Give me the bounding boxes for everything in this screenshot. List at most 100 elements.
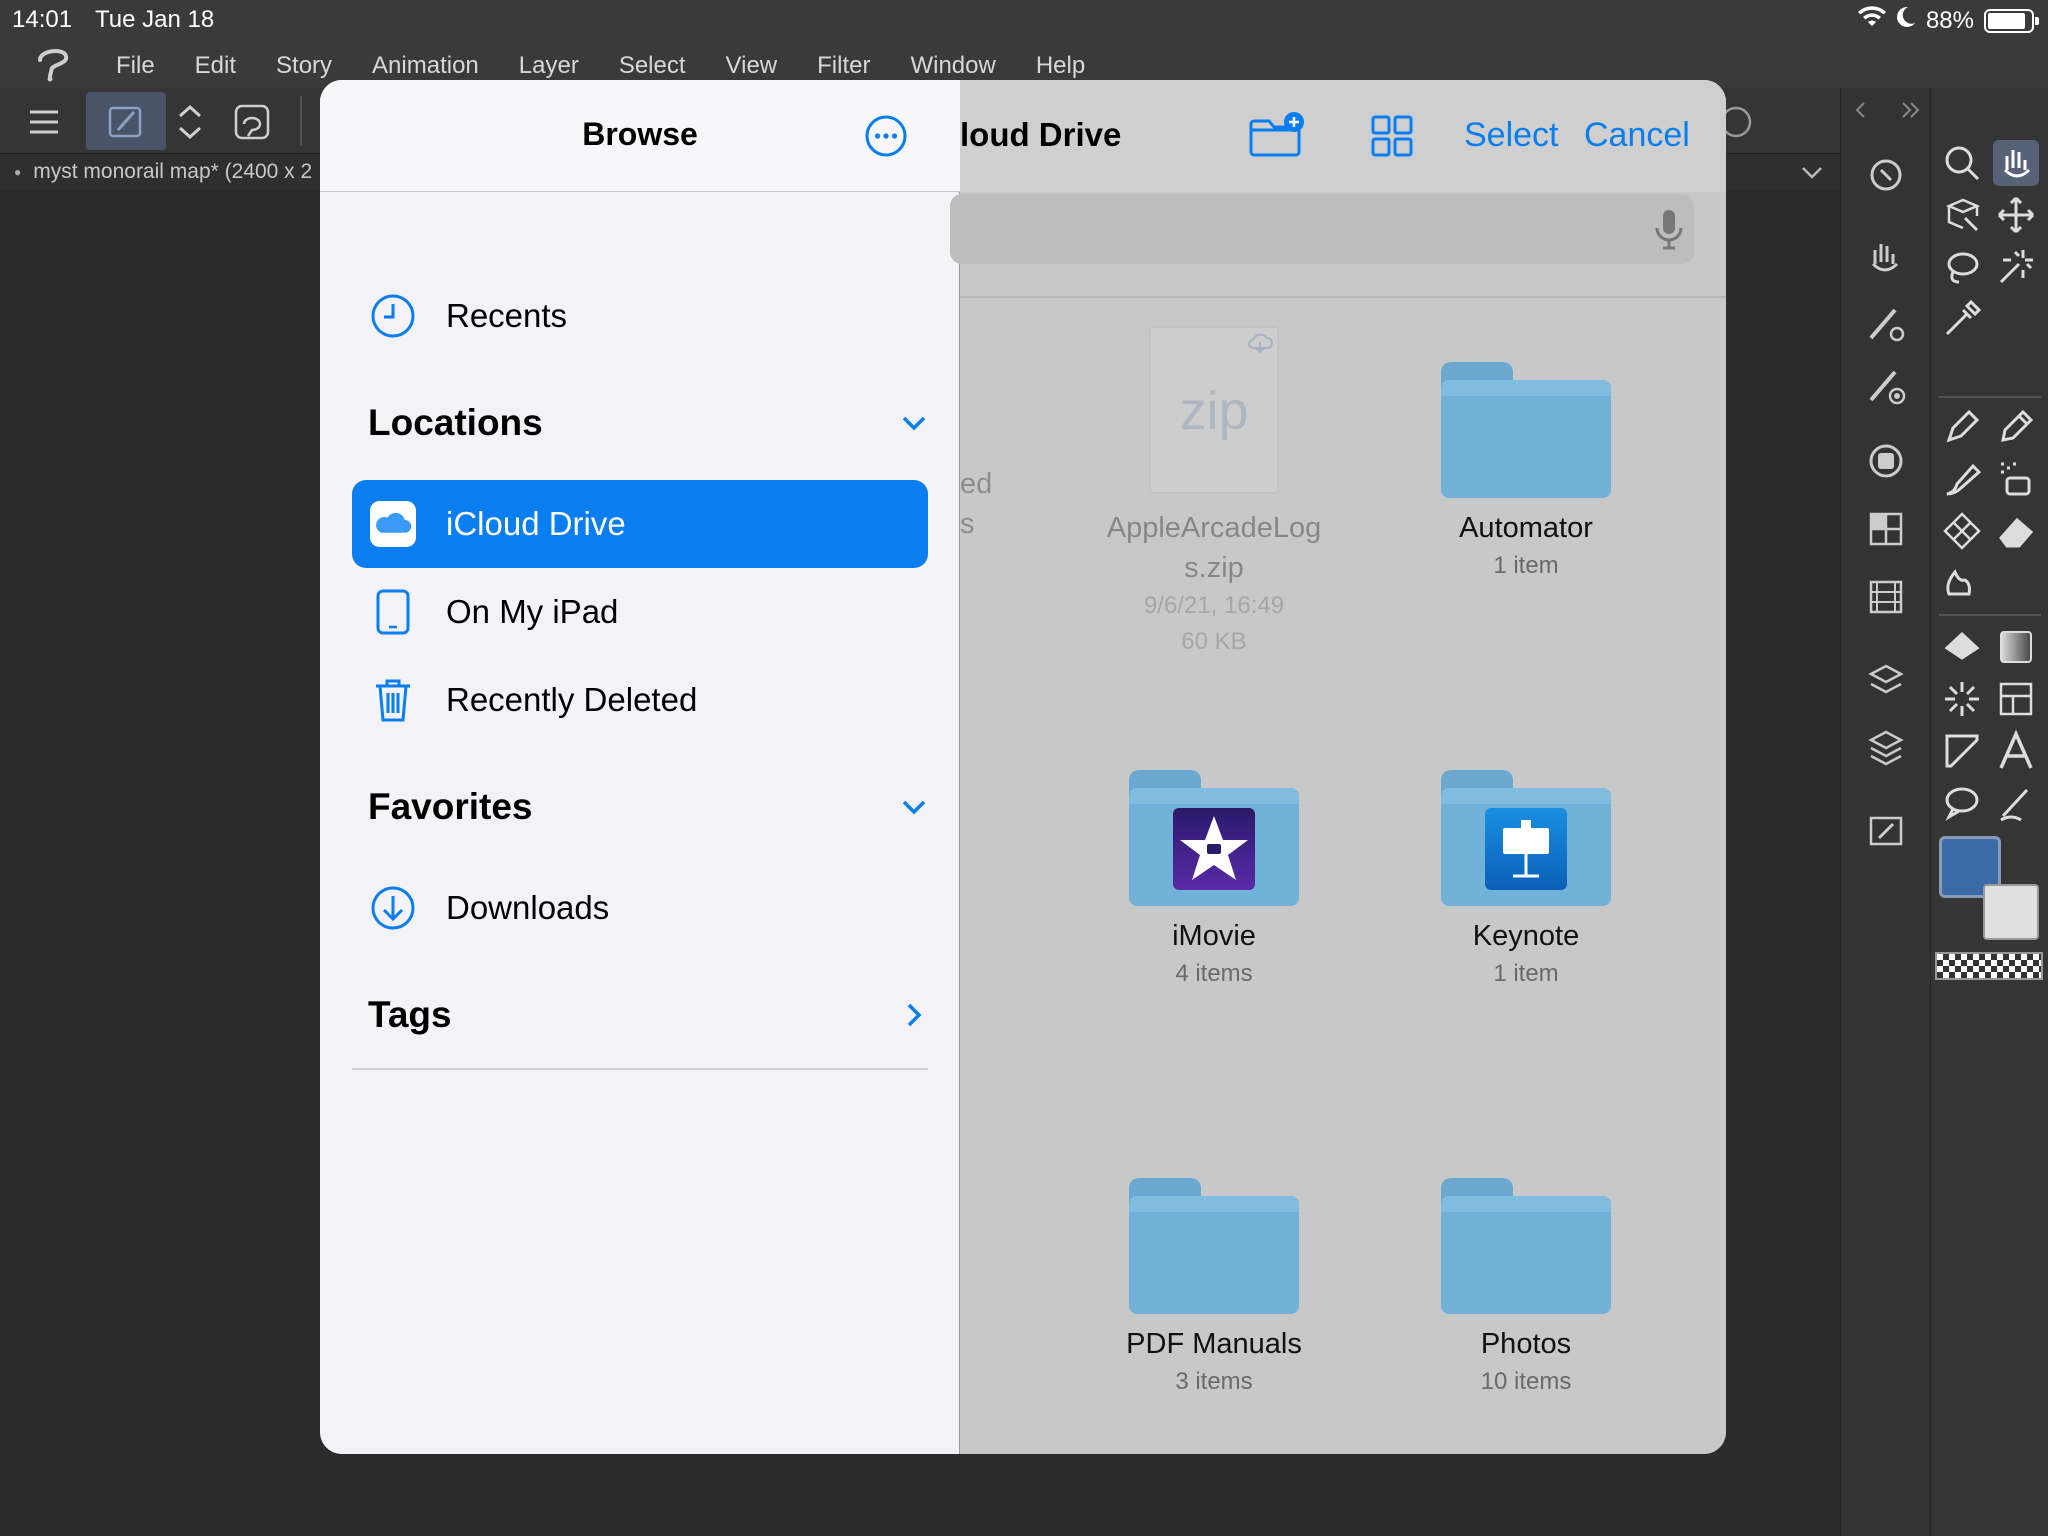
sidebar-item-recently-deleted[interactable]: Recently Deleted <box>352 656 928 744</box>
lasso-tool-icon[interactable] <box>230 100 274 144</box>
sidebar-item-on-my-ipad[interactable]: On My iPad <box>352 568 928 656</box>
hand-settings-icon[interactable] <box>1863 234 1909 280</box>
more-options-icon[interactable] <box>864 114 908 158</box>
gradient-icon[interactable] <box>1993 624 2039 670</box>
icloud-icon <box>370 501 416 547</box>
folder-item-pdf-manuals[interactable]: PDF Manuals 3 items <box>1084 1178 1344 1400</box>
ruler-icon[interactable] <box>1939 728 1985 774</box>
brush-settings-icon[interactable] <box>1863 300 1909 346</box>
locations-section-header[interactable]: Locations <box>368 402 928 444</box>
frame-border-icon[interactable] <box>1993 676 2039 722</box>
pen-icon[interactable] <box>1939 404 1985 450</box>
timeline-icon[interactable] <box>1863 574 1909 620</box>
section-title: Tags <box>368 994 452 1035</box>
brush-size-icon[interactable] <box>1863 362 1909 408</box>
folder-icon <box>1441 1178 1611 1314</box>
battery-level-fill <box>1988 12 2025 29</box>
expand-right-icon[interactable] <box>1899 100 1923 120</box>
menu-item-story[interactable]: Story <box>276 52 332 80</box>
sub-color-swatch[interactable] <box>1983 884 2039 940</box>
menu-item-window[interactable]: Window <box>910 52 995 80</box>
decoration-icon[interactable] <box>1939 508 1985 554</box>
chevron-up-down-icon[interactable] <box>168 100 212 144</box>
folder-item-imovie[interactable]: iMovie 4 items <box>1084 770 1344 992</box>
fill-icon[interactable] <box>1939 624 1985 670</box>
eraser-icon[interactable] <box>1993 508 2039 554</box>
pencil-icon[interactable] <box>1993 404 2039 450</box>
figure-icon[interactable] <box>1939 676 1985 722</box>
text-icon[interactable] <box>1993 728 2039 774</box>
moon-icon <box>1896 6 1916 35</box>
folder-item-photos[interactable]: Photos 10 items <box>1396 1178 1656 1400</box>
move-icon[interactable] <box>1993 192 2039 238</box>
sidebar-item-label: On My iPad <box>446 593 619 630</box>
select-button[interactable]: Select <box>1464 116 1559 155</box>
folder-name: Keynote <box>1472 920 1580 952</box>
file-name-line1: AppleArcadeLog <box>1106 512 1322 544</box>
file-name-line2: s.zip <box>1184 552 1244 584</box>
chevron-right-icon[interactable] <box>900 1001 928 1029</box>
folder-item-automator[interactable]: Automator 1 item <box>1396 362 1656 584</box>
microphone-icon[interactable] <box>1654 208 1684 250</box>
sub-tool-palette <box>1930 88 2048 1536</box>
folder-item-count: 3 items <box>1175 1368 1253 1395</box>
app-logo-icon[interactable] <box>34 46 74 82</box>
layer-property-icon[interactable] <box>1863 658 1909 704</box>
folder-name: Photos <box>1480 1328 1572 1360</box>
ipad-icon <box>370 589 416 635</box>
zoom-view-icon[interactable] <box>1863 152 1909 198</box>
tags-section-header[interactable]: Tags <box>368 994 928 1036</box>
layers-icon[interactable] <box>1863 724 1909 770</box>
menu-item-edit[interactable]: Edit <box>195 52 236 80</box>
hamburger-menu-icon[interactable] <box>22 100 66 144</box>
menu-item-filter[interactable]: Filter <box>817 52 870 80</box>
search-field[interactable] <box>950 194 1694 264</box>
zoom-icon[interactable] <box>1939 140 1985 186</box>
active-tool-button[interactable] <box>86 92 166 150</box>
brush-icon[interactable] <box>1939 456 1985 502</box>
folder-item-count: 1 item <box>1493 552 1559 579</box>
grid-view-icon[interactable] <box>1370 114 1414 158</box>
magic-wand-icon[interactable] <box>1993 244 2039 290</box>
sidebar-item-icloud-drive[interactable]: iCloud Drive <box>352 480 928 568</box>
chevron-down-icon[interactable] <box>900 793 928 821</box>
folder-item-keynote[interactable]: Keynote 1 item <box>1396 770 1656 992</box>
folder-name: iMovie <box>1172 920 1256 952</box>
object-select-icon[interactable] <box>1939 192 1985 238</box>
menu-item-select[interactable]: Select <box>619 52 686 80</box>
collapse-left-icon[interactable] <box>1851 100 1871 120</box>
location-title: loud Drive <box>960 116 1122 153</box>
color-circle-icon[interactable] <box>1863 438 1909 484</box>
favorites-section-header[interactable]: Favorites <box>368 786 928 828</box>
color-set-icon[interactable] <box>1863 506 1909 552</box>
blend-icon[interactable] <box>1939 558 1985 604</box>
folder-item-count: 10 items <box>1480 1368 1572 1395</box>
sidebar-divider <box>352 1068 928 1070</box>
chevron-down-icon[interactable] <box>900 409 928 437</box>
lasso-icon[interactable] <box>1939 244 1985 290</box>
sidebar-item-recents[interactable]: Recents <box>352 272 928 360</box>
palette-divider <box>1939 614 2041 616</box>
menu-item-help[interactable]: Help <box>1036 52 1085 80</box>
balloon-icon[interactable] <box>1939 780 1985 826</box>
transparent-color-swatch[interactable] <box>1935 952 2043 980</box>
menu-item-animation[interactable]: Animation <box>372 52 479 80</box>
hand-tool-icon[interactable] <box>1993 140 2039 186</box>
battery-percent: 88% <box>1925 6 1974 34</box>
clock-icon <box>370 293 416 339</box>
cancel-button[interactable]: Cancel <box>1584 116 1690 155</box>
eyedropper-icon[interactable] <box>1939 296 1985 342</box>
airbrush-icon[interactable] <box>1993 456 2039 502</box>
new-folder-icon[interactable] <box>1248 110 1306 160</box>
correct-line-icon[interactable] <box>1993 780 2039 826</box>
zip-file-icon: zip <box>1149 326 1279 494</box>
chevron-down-icon[interactable] <box>1800 162 1824 182</box>
partial-file-item[interactable]: ed s <box>960 464 1000 544</box>
menu-item-file[interactable]: File <box>116 52 155 80</box>
menu-item-view[interactable]: View <box>726 52 778 80</box>
navigator-icon[interactable] <box>1863 808 1909 854</box>
partial-file-name-line1: ed <box>960 468 993 500</box>
sidebar-item-downloads[interactable]: Downloads <box>352 864 928 952</box>
status-time: 14:01 <box>12 6 73 33</box>
menu-item-layer[interactable]: Layer <box>519 52 579 80</box>
